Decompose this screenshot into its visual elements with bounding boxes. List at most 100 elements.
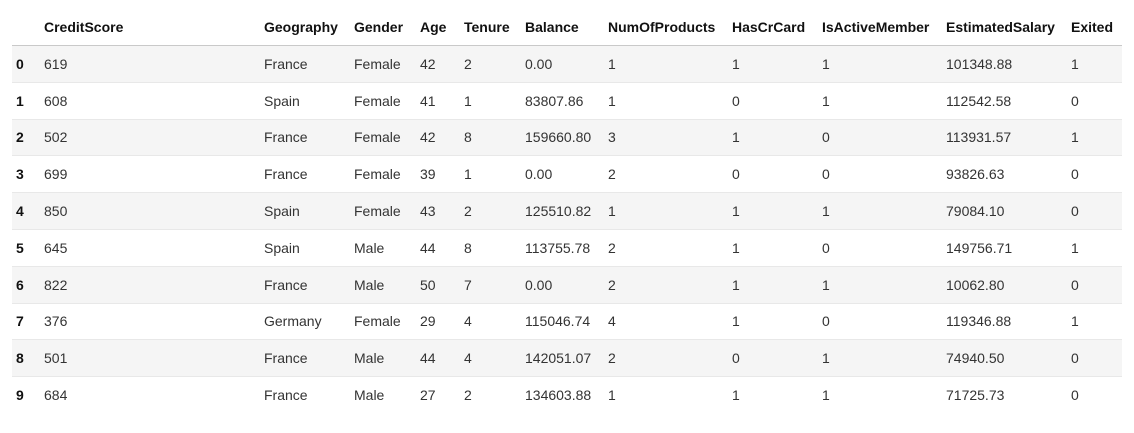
index-header — [12, 9, 40, 46]
table-cell: Spain — [260, 82, 350, 120]
column-header: EstimatedSalary — [942, 9, 1067, 46]
table-cell: Male — [354, 387, 385, 404]
table-cell: 0.00 — [521, 155, 604, 194]
table-cell: 1 — [1067, 229, 1122, 267]
table-cell: 0 — [1067, 192, 1122, 230]
table-row: 0 619 France Female 42 2 0.00 1 1 1 101348.88 1 — [12, 45, 1122, 83]
table-cell: 1 — [818, 192, 942, 230]
table-cell: 115046.74 — [521, 303, 604, 341]
table-cell: 101348.88 — [942, 45, 1067, 83]
table-cell: 0.00 — [521, 45, 604, 83]
table-cell: 502 — [40, 119, 260, 157]
table-cell: 50 — [416, 266, 460, 304]
table-cell: 112542.58 — [942, 82, 1067, 120]
table-cell: 1 — [604, 82, 728, 120]
table-row: 6 822 France Male 50 7 0.00 2 1 1 10062.80 0 — [12, 266, 1122, 304]
table-cell: 2 — [604, 339, 728, 378]
table-cell: 699 — [40, 155, 260, 194]
table-cell: 3 — [604, 119, 728, 157]
table-cell: Female — [350, 303, 416, 341]
table-body: 0 619 France Female 42 2 0.00 1 1 1 101348.88 1 1 608… — [12, 45, 1122, 414]
table-cell: 1 — [728, 45, 818, 83]
table-cell: 1 — [604, 192, 728, 230]
table-row: 3 699 France Female 39 1 0.00 2 0 0 93826.63 0 — [12, 155, 1122, 194]
table-cell: Female — [350, 82, 416, 120]
table-cell: Female — [350, 192, 416, 230]
table-cell: Male — [350, 339, 416, 378]
column-header: NumOfProducts — [604, 9, 728, 46]
table-cell: 71725.73 — [946, 387, 1005, 404]
table-cell: 1 — [608, 387, 616, 404]
table-cell: France — [264, 387, 308, 404]
table-cell: 1 — [460, 82, 521, 120]
table-cell: 0 — [728, 82, 818, 120]
column-header: CreditScore — [40, 9, 260, 46]
row-index: 9 — [16, 387, 24, 404]
table-cell: 0 — [1071, 387, 1079, 404]
table-row: 1 608 Spain Female 41 1 83807.86 1 0 1 112542.58 0 — [12, 82, 1122, 120]
table-cell: 1 — [818, 266, 942, 304]
table-cell: 10062.80 — [942, 266, 1067, 304]
table-cell: 2 — [604, 229, 728, 267]
table-cell: 113931.57 — [942, 119, 1067, 157]
table-cell: 79084.10 — [942, 192, 1067, 230]
table-cell: 83807.86 — [521, 82, 604, 120]
header-row: CreditScore Geography Gender Age Tenure Balan… — [12, 9, 1122, 46]
table-cell: 1 — [728, 266, 818, 304]
dataframe-output: CreditScore Geography Gender Age Tenure Balan… — [12, 9, 1122, 413]
table-cell: Spain — [260, 192, 350, 230]
dataframe-table: CreditScore Geography Gender Age Tenure Balan… — [12, 9, 1122, 413]
table-cell: 376 — [40, 303, 260, 341]
table-cell: 113755.78 — [521, 229, 604, 267]
table-cell: 4 — [460, 303, 521, 341]
table-cell: 1 — [604, 45, 728, 83]
table-cell: 8 — [460, 229, 521, 267]
table-cell: 0 — [818, 303, 942, 341]
table-cell: Female — [350, 45, 416, 83]
table-cell: 1 — [818, 82, 942, 120]
table-cell: 93826.63 — [942, 155, 1067, 194]
table-cell: 822 — [40, 266, 260, 304]
table-cell: 1 — [460, 155, 521, 194]
table-cell: Male — [350, 229, 416, 267]
table-cell: 1 — [1067, 119, 1122, 157]
row-index: 7 — [12, 303, 40, 341]
table-cell: 39 — [416, 155, 460, 194]
table-cell: 149756.71 — [942, 229, 1067, 267]
table-cell: 2 — [604, 266, 728, 304]
table-cell: 42 — [416, 45, 460, 83]
table-cell: 42 — [416, 119, 460, 157]
row-index: 5 — [12, 229, 40, 267]
table-cell: 0 — [1067, 82, 1122, 120]
table-cell: 1 — [1067, 303, 1122, 341]
column-header: Gender — [350, 9, 416, 46]
table-cell: 1 — [728, 229, 818, 267]
table-cell: 1 — [728, 119, 818, 157]
column-header: Exited — [1067, 9, 1122, 46]
row-index: 3 — [12, 155, 40, 194]
table-cell: 125510.82 — [521, 192, 604, 230]
table-cell: France — [260, 119, 350, 157]
table-cell: 645 — [40, 229, 260, 267]
row-index: 4 — [12, 192, 40, 230]
table-cell: 44 — [416, 229, 460, 267]
table-cell: 0 — [1067, 155, 1122, 194]
table-cell: France — [260, 45, 350, 83]
table-cell: 29 — [416, 303, 460, 341]
table-cell: 41 — [416, 82, 460, 120]
table-cell: 1 — [1067, 45, 1122, 83]
row-index: 1 — [12, 82, 40, 120]
table-cell: 2 — [604, 155, 728, 194]
table-cell: 619 — [40, 45, 260, 83]
table-cell: 0 — [728, 155, 818, 194]
column-header: IsActiveMember — [818, 9, 942, 46]
table-cell: 1 — [818, 45, 942, 83]
table-cell: 1 — [728, 303, 818, 341]
table-row: 8 501 France Male 44 4 142051.07 2 0 1 74940.50 0 — [12, 339, 1122, 378]
table-cell: 2 — [460, 192, 521, 230]
table-cell: 0 — [818, 119, 942, 157]
table-cell: 850 — [40, 192, 260, 230]
table-cell: 608 — [40, 82, 260, 120]
table-cell: France — [260, 266, 350, 304]
table-cell: 4 — [460, 339, 521, 378]
